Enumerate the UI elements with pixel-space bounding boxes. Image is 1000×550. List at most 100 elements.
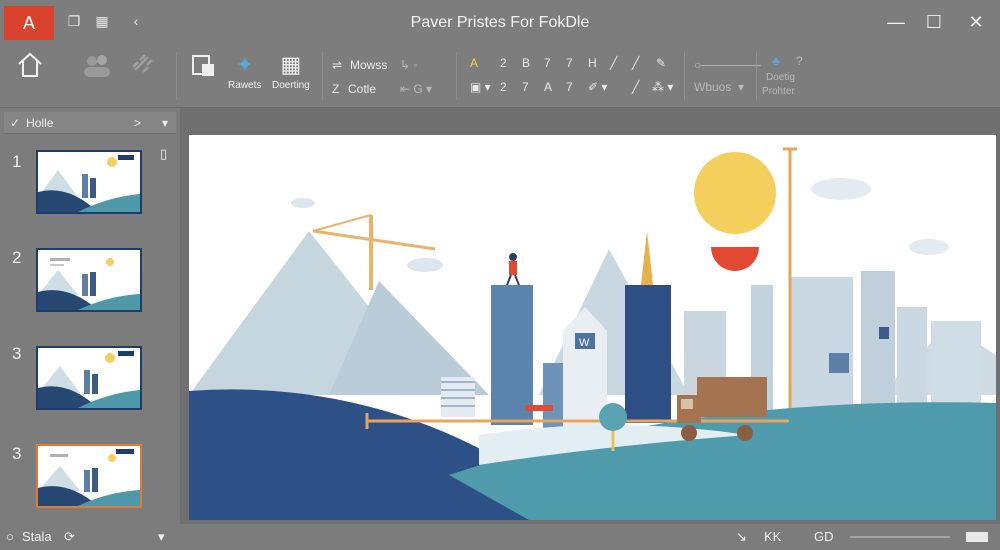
ribbon-small-2-icon[interactable]: Z (332, 82, 339, 96)
crane-cable (312, 214, 372, 232)
stripe (441, 381, 475, 383)
slide-illustration: W (189, 147, 996, 520)
help-icon[interactable]: ? (796, 54, 803, 68)
bold-button[interactable]: B (522, 56, 530, 70)
person-head (509, 253, 517, 261)
slide-thumbnail-3[interactable] (36, 346, 142, 410)
person-body (509, 261, 517, 275)
font-row2-item-3[interactable]: A (544, 80, 552, 94)
slide-number: 1 (12, 152, 22, 171)
building (861, 271, 895, 421)
slide-sorter-button[interactable]: GD (814, 529, 834, 544)
ribbon-toolbar: ✦ Rawets ▦ Doerting ⇌ Mowss Z Cotle ↳ ◦ … (0, 44, 1000, 108)
home-button[interactable] (16, 50, 44, 80)
notes-icon[interactable]: ▯ (160, 146, 167, 162)
title-bar: A ❐ ▦ ‹ Paver Pristes For FokDle — ☐ ✕ (0, 0, 1000, 44)
table-icon: ▦ (280, 52, 302, 77)
status-circle-icon[interactable]: ○ (6, 529, 14, 544)
arrange-icon[interactable]: ↳ ◦ (400, 58, 418, 72)
users-icon (84, 55, 110, 77)
shape-icon (192, 55, 214, 76)
font-row2-item-2[interactable]: 7 (522, 80, 529, 94)
users-button[interactable] (80, 50, 114, 80)
ribbon-separator (456, 52, 457, 100)
stripe (441, 405, 475, 407)
eraser-icon[interactable]: ✐ ▾ (588, 80, 607, 94)
ribbon-right-1[interactable]: Wbuos (694, 80, 731, 94)
close-button[interactable]: ✕ (964, 10, 988, 34)
line-icon[interactable]: ╱ (632, 80, 639, 94)
font-row1-item-4[interactable]: 7 (544, 56, 551, 70)
check-icon[interactable]: ✓ (10, 116, 20, 130)
star-icon: ✦ (235, 52, 254, 77)
slider-icon[interactable]: ○─────── (694, 58, 761, 72)
zoom-slider[interactable] (850, 536, 950, 538)
teal-ball (599, 403, 627, 431)
app-logo[interactable]: A (4, 6, 54, 40)
order-icon[interactable]: ⇤ G ▾ (400, 82, 432, 96)
copy-icon[interactable]: ❐ (66, 12, 82, 30)
ribbon-small-1-icon[interactable]: ⇌ (332, 58, 342, 72)
minimize-button[interactable]: — (884, 10, 908, 34)
ribbon-separator (756, 52, 757, 100)
truck-window (681, 399, 693, 409)
building (789, 277, 853, 423)
slide-canvas[interactable]: W (189, 135, 996, 520)
drawing-button[interactable]: ▦ Doerting (272, 50, 310, 91)
font-row1-item-2[interactable]: 2 (500, 56, 507, 70)
truck-cargo (697, 377, 767, 417)
ribbon-separator (176, 52, 177, 100)
normal-view-button[interactable]: KK (764, 529, 781, 544)
shapes-button[interactable] (188, 50, 218, 80)
link-button[interactable] (128, 50, 158, 80)
ribbon-right-2[interactable]: Doetig (766, 72, 795, 83)
format-icon[interactable]: ▣ ▾ (470, 80, 491, 94)
slide-number: 3 (12, 444, 22, 463)
ribbon-right-3[interactable]: Prohter (762, 86, 795, 97)
insert-button[interactable]: ✦ Rawets (228, 50, 261, 91)
stripe (441, 389, 475, 391)
slide-thumbnail-4[interactable] (36, 444, 142, 508)
cloud (407, 258, 443, 272)
window-title: Paver Pristes For FokDle (410, 14, 590, 31)
refresh-icon[interactable]: ⟳ (64, 529, 75, 545)
drawing-label: Doerting (272, 80, 310, 91)
font-row1-item-6[interactable]: H (588, 56, 597, 70)
cloud (291, 198, 315, 208)
designer-icon[interactable]: ♣ (772, 54, 780, 68)
sun (694, 152, 776, 234)
font-row2-item-4[interactable]: 7 (566, 80, 573, 94)
grid-icon[interactable]: ▦ (94, 12, 110, 30)
style-icon[interactable]: ⁂ ▾ (652, 80, 673, 94)
slide-thumbnail-2[interactable] (36, 248, 142, 312)
paint-icon[interactable]: ✎ (656, 56, 666, 70)
brush-icon[interactable]: ↘ (736, 529, 747, 545)
font-row2-item-1[interactable]: 2 (500, 80, 507, 94)
tower-sign-text: W (579, 337, 590, 349)
chevron-down-icon[interactable]: ▾ (158, 529, 165, 545)
font-color-button[interactable]: A (470, 56, 478, 70)
maximize-button[interactable]: ☐ (922, 10, 946, 34)
ribbon-small-1[interactable]: Mowss (350, 58, 387, 72)
building (491, 285, 533, 425)
highlighter-icon[interactable]: ╱ (632, 56, 639, 70)
collapse-icon[interactable]: > (134, 116, 141, 130)
red-marker (525, 405, 553, 411)
slide-thumbnail-1[interactable] (36, 150, 142, 214)
zoom-handle[interactable] (966, 532, 988, 542)
chevron-down-icon[interactable]: ▾ (738, 80, 744, 94)
truck-wheel (737, 425, 753, 441)
stripe (441, 397, 475, 399)
ribbon-small-2[interactable]: Cotle (348, 82, 376, 96)
cloud (909, 239, 949, 255)
chevron-down-icon[interactable]: ▾ (162, 116, 168, 130)
pen-icon[interactable]: ╱ (610, 56, 617, 70)
thumbnail-panel-title: Holle (26, 115, 54, 130)
thumbnail-art (38, 258, 140, 310)
house-icon (18, 52, 42, 77)
thumbnail-art (38, 449, 140, 506)
back-icon[interactable]: ‹ (128, 12, 144, 30)
thumbnail-art (38, 155, 140, 212)
font-row1-item-5[interactable]: 7 (566, 56, 573, 70)
cloud (811, 178, 871, 200)
